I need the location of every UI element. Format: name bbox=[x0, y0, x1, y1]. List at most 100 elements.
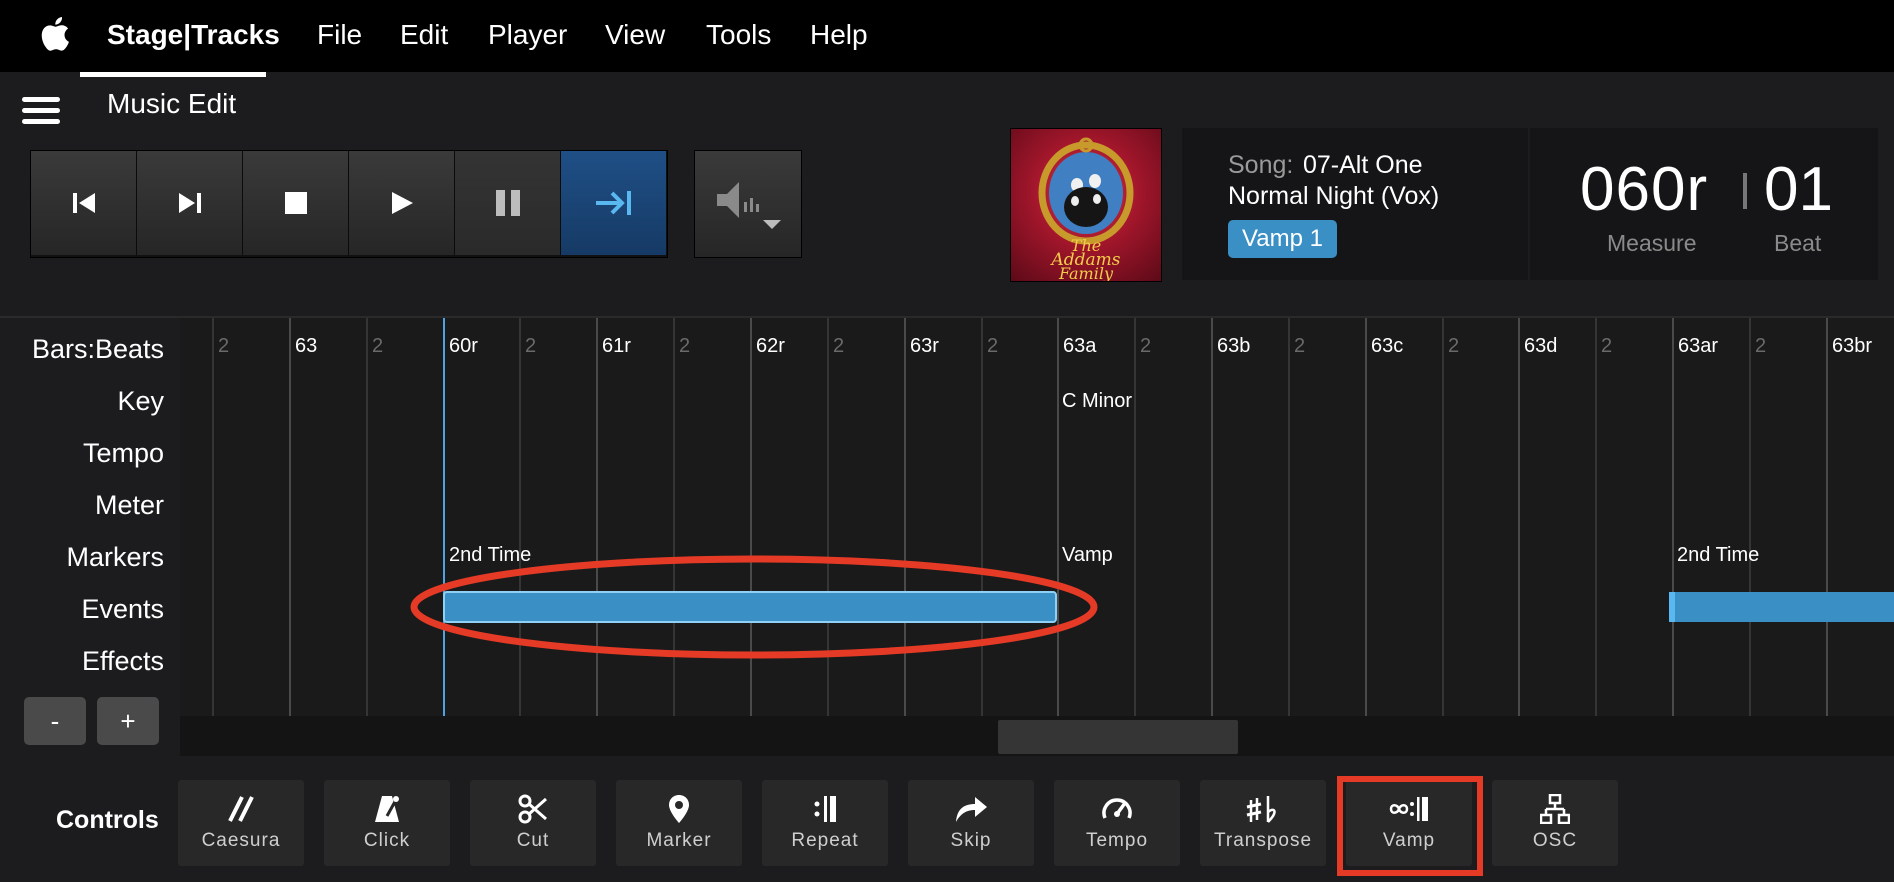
zoom-out-button[interactable]: - bbox=[24, 697, 86, 745]
repeat-sign-icon bbox=[814, 796, 836, 822]
ruler-beat-label[interactable]: 2 bbox=[525, 335, 536, 358]
marker-label: Marker bbox=[646, 830, 712, 851]
arrow-to-bar-icon bbox=[595, 191, 631, 215]
bars-beats-ruler: 2 63 2 60r 2 61r 2 62r 2 63r 2 63a 2 63b 2 63c 2 63d 2 63ar… bbox=[180, 318, 1894, 358]
ruler-bar-label[interactable]: 63c bbox=[1371, 335, 1403, 358]
scissors-icon bbox=[518, 794, 547, 824]
section-badge[interactable]: Vamp 1 bbox=[1228, 220, 1337, 258]
osc-label: OSC bbox=[1532, 830, 1578, 851]
ruler-beat-label[interactable]: 2 bbox=[372, 335, 383, 358]
play-button[interactable] bbox=[349, 151, 455, 255]
menu-help[interactable]: Help bbox=[810, 0, 868, 72]
tempo-button[interactable]: Tempo bbox=[1054, 780, 1180, 866]
ruler-bar-label[interactable]: 63b bbox=[1217, 335, 1250, 358]
pause-button[interactable] bbox=[455, 151, 561, 255]
album-artwork: The Addams Family bbox=[1010, 128, 1162, 282]
click-button[interactable]: Click bbox=[324, 780, 450, 866]
skip-arrow-icon bbox=[956, 797, 987, 822]
menu-bar bbox=[0, 0, 1894, 72]
cut-button[interactable]: Cut bbox=[470, 780, 596, 866]
album-title-line3: Family bbox=[1058, 264, 1114, 281]
measure-label: Measure bbox=[1607, 230, 1697, 256]
caesura-button[interactable]: Caesura bbox=[178, 780, 304, 866]
ruler-bar-label[interactable]: 62r bbox=[756, 335, 785, 358]
ruler-bar-label[interactable]: 63 bbox=[295, 335, 317, 358]
position-separator bbox=[1743, 173, 1747, 209]
ruler-bar-label[interactable]: 60r bbox=[449, 335, 478, 358]
menu-file[interactable]: File bbox=[317, 0, 362, 72]
beat-label: Beat bbox=[1774, 230, 1822, 256]
track-label-column: Bars:Beats Key Tempo Meter Markers Event… bbox=[0, 318, 180, 756]
skip-forward-icon bbox=[178, 193, 201, 213]
repeat-label: Repeat bbox=[791, 830, 859, 851]
ruler-bar-label[interactable]: 63r bbox=[910, 335, 939, 358]
menu-edit[interactable]: Edit bbox=[400, 0, 448, 72]
ruler-bar-label[interactable]: 63br bbox=[1832, 335, 1872, 358]
ruler-beat-label[interactable]: 2 bbox=[1601, 335, 1612, 358]
marker-button[interactable]: Marker bbox=[616, 780, 742, 866]
continue-button[interactable] bbox=[561, 151, 666, 255]
ruler-bar-label[interactable]: 63d bbox=[1524, 335, 1557, 358]
track-label-markers: Markers bbox=[66, 542, 164, 572]
menu-tools[interactable]: Tools bbox=[706, 0, 771, 72]
skip-button[interactable]: Skip bbox=[908, 780, 1034, 866]
menu-player[interactable]: Player bbox=[488, 0, 567, 72]
stop-button[interactable] bbox=[243, 151, 349, 255]
measure-readout: 060r bbox=[1580, 155, 1709, 224]
apple-logo-icon[interactable] bbox=[40, 16, 70, 52]
ruler-beat-label[interactable]: 2 bbox=[218, 335, 229, 358]
menu-app-name[interactable]: Stage|Tracks bbox=[107, 0, 280, 72]
sharp-flat-icon bbox=[1246, 796, 1276, 823]
marker-second-time[interactable]: 2nd Time bbox=[449, 544, 531, 567]
track-label-bars-beats: Bars:Beats bbox=[31, 334, 164, 364]
scrollbar-thumb[interactable] bbox=[998, 720, 1238, 754]
ruler-beat-label[interactable]: 2 bbox=[1140, 335, 1151, 358]
ruler-beat-label[interactable]: 2 bbox=[987, 335, 998, 358]
transport-controls bbox=[30, 150, 668, 258]
marker-second-time-2[interactable]: 2nd Time bbox=[1677, 544, 1759, 567]
timeline-grid bbox=[212, 318, 1894, 716]
ruler-beat-label[interactable]: 2 bbox=[1755, 335, 1766, 358]
page-title: Music Edit bbox=[107, 88, 237, 119]
app-active-underline bbox=[80, 72, 266, 77]
song-name: 07-Alt One bbox=[1303, 151, 1423, 179]
ruler-beat-label[interactable]: 2 bbox=[1448, 335, 1459, 358]
timeline-area[interactable]: 2 63 2 60r 2 61r 2 62r 2 63r 2 63a 2 63b 2 63c 2 63d 2 63ar… bbox=[180, 318, 1894, 716]
caesura-label: Caesura bbox=[201, 830, 281, 851]
location-pin-icon bbox=[669, 795, 689, 823]
tempo-label: Tempo bbox=[1085, 830, 1149, 851]
menu-view[interactable]: View bbox=[605, 0, 665, 72]
transpose-label: Transpose bbox=[1213, 830, 1313, 851]
skip-back-icon bbox=[72, 193, 95, 213]
repeat-button[interactable]: Repeat bbox=[762, 780, 888, 866]
song-subtitle: Normal Night (Vox) bbox=[1228, 182, 1440, 210]
pause-icon bbox=[495, 190, 520, 216]
hamburger-menu-icon[interactable] bbox=[22, 97, 60, 125]
annotation-highlight-box bbox=[1337, 776, 1483, 876]
network-icon bbox=[1540, 794, 1570, 824]
volume-button[interactable] bbox=[694, 150, 802, 258]
marker-vamp[interactable]: Vamp bbox=[1062, 544, 1113, 567]
track-label-tempo: Tempo bbox=[82, 438, 164, 468]
key-change-c-minor[interactable]: C Minor bbox=[1062, 390, 1132, 413]
click-label: Click bbox=[363, 830, 411, 851]
skip-back-button[interactable] bbox=[31, 151, 137, 255]
event-bar-handle[interactable] bbox=[1669, 592, 1675, 622]
transpose-button[interactable]: Transpose bbox=[1200, 780, 1326, 866]
ruler-bar-label[interactable]: 63a bbox=[1063, 335, 1096, 358]
track-label-events: Events bbox=[81, 594, 164, 624]
zoom-in-button[interactable]: + bbox=[97, 697, 159, 745]
gauge-icon bbox=[1102, 798, 1132, 819]
ruler-beat-label[interactable]: 2 bbox=[1294, 335, 1305, 358]
osc-button[interactable]: OSC bbox=[1492, 780, 1618, 866]
album-art-image: The Addams Family bbox=[1038, 137, 1134, 281]
second-time-event-bar-2[interactable] bbox=[1669, 592, 1894, 622]
ruler-beat-label[interactable]: 2 bbox=[833, 335, 844, 358]
track-label-meter: Meter bbox=[94, 490, 164, 520]
ruler-beat-label[interactable]: 2 bbox=[679, 335, 690, 358]
skip-forward-button[interactable] bbox=[137, 151, 243, 255]
ruler-bar-label[interactable]: 63ar bbox=[1678, 335, 1718, 358]
second-time-event-bar[interactable] bbox=[443, 591, 1057, 623]
play-icon bbox=[391, 192, 413, 214]
ruler-bar-label[interactable]: 61r bbox=[602, 335, 631, 358]
